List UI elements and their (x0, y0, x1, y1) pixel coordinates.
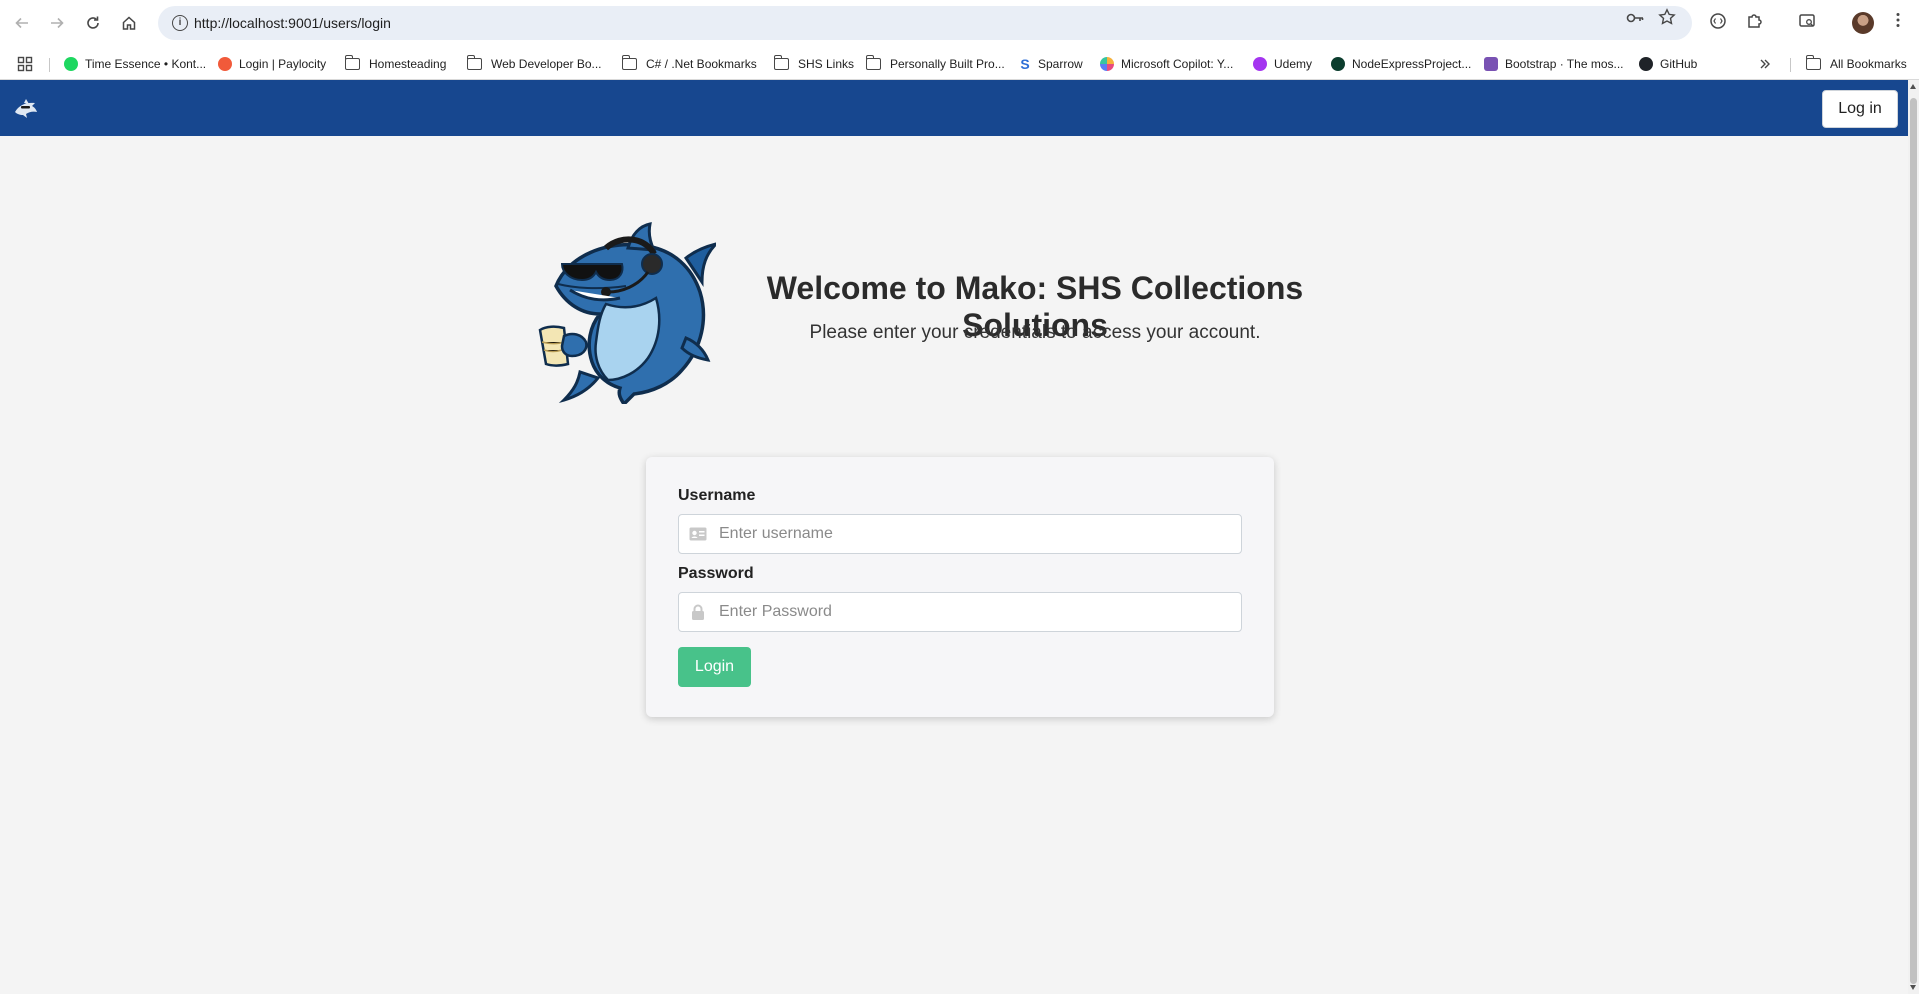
bookmark-item[interactable]: NodeExpressProject... (1331, 54, 1471, 74)
bookmark-folder[interactable]: Personally Built Pro... (865, 54, 1005, 74)
bookmarks-separator (49, 58, 50, 72)
bookmark-item[interactable]: Bootstrap · The mos... (1484, 54, 1624, 74)
bookmark-label: NodeExpressProject... (1352, 57, 1472, 71)
bookmark-item[interactable]: Login | Paylocity (218, 54, 326, 74)
bookmarks-bar: Time Essence • Kont... Login | Paylocity… (0, 46, 1919, 80)
more-bookmarks-icon[interactable] (1759, 54, 1771, 74)
folder-icon (865, 55, 881, 70)
all-bookmarks-folder[interactable]: All Bookmarks (1805, 54, 1907, 74)
bookmark-label: GitHub (1660, 57, 1698, 71)
bookmark-item[interactable]: Udemy (1253, 54, 1312, 74)
lock-icon (692, 604, 704, 620)
spotify-icon (64, 57, 78, 71)
forward-icon[interactable] (44, 10, 70, 36)
nav-login-button[interactable]: Log in (1822, 90, 1898, 128)
page-viewport: Log in Welcome to Mako: SHS Collections … (0, 80, 1908, 994)
bookmark-folder[interactable]: Web Developer Bo... (466, 54, 602, 74)
mongodb-icon (1331, 57, 1345, 71)
bootstrap-icon (1484, 57, 1498, 71)
login-submit-button[interactable]: Login (678, 647, 751, 687)
folder-icon (621, 55, 637, 70)
mako-shark-logo-icon[interactable] (12, 94, 40, 122)
bookmark-item[interactable]: Microsoft Copilot: Y... (1100, 54, 1233, 74)
bookmark-item[interactable]: Time Essence • Kont... (64, 54, 206, 74)
password-label: Password (678, 565, 754, 582)
scroll-up-arrow-icon[interactable] (1910, 84, 1916, 89)
bookmark-label: Homesteading (369, 57, 447, 71)
bookmark-label: Udemy (1274, 57, 1313, 71)
bookmark-label: SHS Links (798, 57, 855, 71)
apps-grid-icon[interactable] (17, 54, 33, 74)
login-form-card: Username Password Login (646, 457, 1274, 717)
extensions-puzzle-icon[interactable] (1744, 12, 1766, 34)
all-bookmarks-label: All Bookmarks (1830, 57, 1907, 71)
bookmark-star-icon[interactable] (1657, 8, 1677, 28)
back-icon[interactable] (9, 10, 35, 36)
browser-toolbar: i http://localhost:9001/users/login (0, 0, 1919, 46)
reload-icon[interactable] (80, 10, 106, 36)
paylocity-icon (218, 57, 232, 71)
bookmark-label: Web Developer Bo... (491, 57, 602, 71)
address-bar[interactable]: i http://localhost:9001/users/login (158, 6, 1692, 40)
page-scrollbar[interactable] (1908, 80, 1919, 994)
tab-search-icon[interactable] (1796, 12, 1818, 34)
browser-menu-icon[interactable] (1887, 12, 1909, 34)
bookmark-folder[interactable]: SHS Links (773, 54, 855, 74)
id-card-icon (689, 527, 707, 541)
extension-circle-icon[interactable] (1707, 12, 1729, 34)
password-field[interactable] (678, 592, 1242, 632)
scroll-down-arrow-icon[interactable] (1910, 985, 1916, 990)
udemy-icon (1253, 57, 1267, 71)
username-label: Username (678, 487, 756, 504)
bookmark-label: Microsoft Copilot: Y... (1121, 57, 1234, 71)
page-subtitle: Please enter your credentials to access … (809, 322, 1261, 343)
bookmark-item[interactable]: GitHub (1639, 54, 1697, 74)
bookmark-label: Login | Paylocity (239, 57, 327, 71)
bookmark-label: Personally Built Pro... (890, 57, 1005, 71)
profile-avatar[interactable] (1852, 12, 1874, 34)
mako-shark-mascot-icon (538, 222, 716, 404)
folder-icon (1805, 55, 1821, 70)
username-field[interactable] (678, 514, 1242, 554)
copilot-icon (1100, 57, 1114, 71)
site-info-icon[interactable]: i (172, 15, 188, 31)
sparrow-icon: S (1020, 56, 1030, 72)
password-key-icon[interactable] (1625, 8, 1645, 28)
home-icon[interactable] (116, 10, 142, 36)
folder-icon (466, 55, 482, 70)
folder-icon (344, 55, 360, 70)
scrollbar-thumb[interactable] (1910, 98, 1917, 984)
bookmark-label: Time Essence • Kont... (85, 57, 207, 71)
bookmark-item[interactable]: S Sparrow (1019, 54, 1083, 74)
bookmark-label: Bootstrap · The mos... (1505, 57, 1624, 71)
bookmark-label: Sparrow (1038, 57, 1083, 71)
password-input[interactable] (719, 593, 1234, 631)
url-text[interactable]: http://localhost:9001/users/login (194, 15, 391, 31)
bookmark-label: C# / .Net Bookmarks (646, 57, 757, 71)
username-input[interactable] (719, 515, 1234, 553)
folder-icon (773, 55, 789, 70)
bookmarks-separator (1790, 58, 1791, 72)
github-icon (1639, 57, 1653, 71)
app-navbar: Log in (0, 80, 1908, 136)
bookmark-folder[interactable]: Homesteading (344, 54, 447, 74)
bookmark-folder[interactable]: C# / .Net Bookmarks (621, 54, 757, 74)
